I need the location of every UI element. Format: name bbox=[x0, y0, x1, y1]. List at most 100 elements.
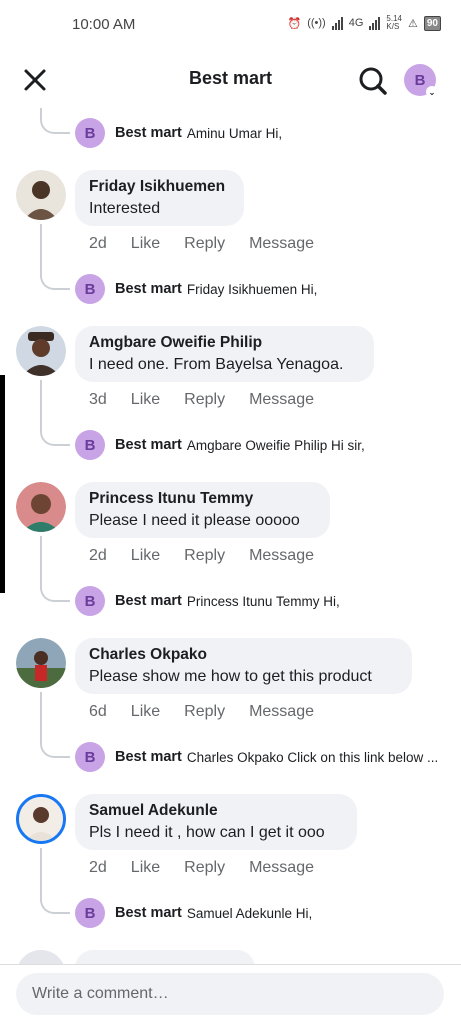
reply-author[interactable]: Best mart bbox=[115, 905, 182, 921]
reply-author[interactable]: Best mart bbox=[115, 125, 182, 141]
reply-button[interactable]: Reply bbox=[184, 703, 225, 721]
signal-icon-2 bbox=[369, 16, 381, 30]
user-photo-icon bbox=[16, 326, 66, 376]
thread-line bbox=[40, 848, 42, 898]
comment-actions: 6d Like Reply Message bbox=[89, 703, 338, 721]
thread-connector bbox=[40, 582, 70, 602]
status-time: 10:00 AM bbox=[72, 16, 136, 33]
chevron-down-icon: ⌄ bbox=[426, 86, 438, 98]
reply-author[interactable]: Best mart bbox=[115, 281, 182, 297]
reply-button[interactable]: Reply bbox=[184, 547, 225, 565]
reply-button[interactable]: Reply bbox=[184, 859, 225, 877]
status-bar: 10:00 AM ⏰ ((•)) 4G 5.14 K/S ⚠ 90 bbox=[0, 0, 461, 50]
comment-actions: 2d Like Reply Message bbox=[89, 859, 338, 877]
comment-age: 3d bbox=[89, 391, 107, 408]
user-photo-icon bbox=[19, 797, 63, 841]
reply-row[interactable]: B Best mart Samuel Adekunle Hi, bbox=[75, 898, 455, 928]
reply-row[interactable]: B Best mart Charles Okpako Click on this… bbox=[75, 742, 455, 772]
reply-author[interactable]: Best mart bbox=[115, 593, 182, 609]
reply-author[interactable]: Best mart bbox=[115, 749, 182, 765]
page-avatar[interactable]: B bbox=[75, 586, 105, 616]
comment-age: 2d bbox=[89, 547, 107, 564]
page-title: Best mart bbox=[188, 68, 273, 88]
comment-actions: 2d Like Reply Message bbox=[89, 235, 338, 253]
comment-input[interactable] bbox=[16, 973, 444, 1015]
comments-feed[interactable]: B Best mart Aminu Umar Hi, Friday Isikhu… bbox=[0, 108, 461, 964]
profile-avatar-letter: B bbox=[414, 71, 426, 89]
page-avatar[interactable]: B bbox=[75, 742, 105, 772]
thread-line bbox=[40, 380, 42, 430]
profile-avatar-button[interactable]: B ⌄ bbox=[404, 64, 438, 98]
network-speed: 5.14 K/S bbox=[386, 14, 402, 31]
thread-connector bbox=[40, 270, 70, 290]
like-button[interactable]: Like bbox=[131, 547, 160, 565]
user-photo-icon bbox=[16, 170, 66, 220]
comment-text: Interested bbox=[89, 200, 161, 217]
like-button[interactable]: Like bbox=[131, 703, 160, 721]
comment-author[interactable]: Princess Itunu Temmy bbox=[89, 490, 316, 508]
reply-button[interactable]: Reply bbox=[184, 391, 225, 409]
commenter-avatar[interactable] bbox=[16, 482, 66, 532]
search-button[interactable] bbox=[357, 65, 389, 97]
signal-icon bbox=[331, 16, 343, 30]
message-button[interactable]: Message bbox=[249, 235, 314, 253]
comment-bubble[interactable] bbox=[75, 950, 255, 964]
alarm-icon: ⏰ bbox=[287, 17, 302, 30]
comment-composer bbox=[0, 964, 461, 1025]
comment-bubble[interactable]: Charles Okpako Please show me how to get… bbox=[75, 638, 412, 694]
comment-author[interactable]: Amgbare Oweifie Philip bbox=[89, 334, 360, 352]
comment-age: 2d bbox=[89, 235, 107, 252]
thread-line bbox=[40, 536, 42, 586]
reply-row[interactable]: B Best mart Princess Itunu Temmy Hi, bbox=[75, 586, 455, 616]
thread-line bbox=[40, 692, 42, 742]
status-icons: ⏰ ((•)) 4G 5.14 K/S ⚠ 90 bbox=[288, 15, 441, 31]
comment-bubble[interactable]: Samuel Adekunle Pls I need it , how can … bbox=[75, 794, 357, 850]
data-saver-icon: ⚠ bbox=[408, 17, 418, 30]
edge-bar bbox=[0, 375, 5, 593]
comment-bubble[interactable]: Amgbare Oweifie Philip I need one. From … bbox=[75, 326, 374, 382]
comment-author[interactable]: Friday Isikhuemen bbox=[89, 178, 230, 196]
reply-row[interactable]: B Best mart Friday Isikhuemen Hi, bbox=[75, 274, 455, 304]
comment-text: Pls I need it , how can I get it ooo bbox=[89, 824, 325, 841]
search-icon bbox=[359, 67, 387, 95]
reply-text: Friday Isikhuemen Hi, bbox=[186, 281, 318, 297]
like-button[interactable]: Like bbox=[131, 859, 160, 877]
user-photo-icon bbox=[16, 482, 66, 532]
like-button[interactable]: Like bbox=[131, 391, 160, 409]
thread-connector bbox=[40, 738, 70, 758]
reply-text: Princess Itunu Temmy Hi, bbox=[186, 593, 340, 609]
message-button[interactable]: Message bbox=[249, 391, 314, 409]
thread-connector bbox=[40, 108, 70, 134]
like-button[interactable]: Like bbox=[131, 235, 160, 253]
commenter-avatar[interactable] bbox=[16, 794, 66, 844]
page-avatar[interactable]: B bbox=[75, 274, 105, 304]
page-avatar[interactable]: B bbox=[75, 430, 105, 460]
thread-connector bbox=[40, 894, 70, 914]
reply-button[interactable]: Reply bbox=[184, 235, 225, 253]
comment-bubble[interactable]: Friday Isikhuemen Interested bbox=[75, 170, 244, 226]
message-button[interactable]: Message bbox=[249, 547, 314, 565]
comment-actions: 2d Like Reply Message bbox=[89, 547, 338, 565]
comment-author[interactable]: Samuel Adekunle bbox=[89, 802, 343, 820]
network-type: 4G bbox=[348, 17, 364, 29]
page-avatar[interactable]: B bbox=[75, 118, 105, 148]
comment-bubble[interactable]: Princess Itunu Temmy Please I need it pl… bbox=[75, 482, 330, 538]
commenter-avatar[interactable] bbox=[16, 638, 66, 688]
reply-row[interactable]: B Best mart Amgbare Oweifie Philip Hi si… bbox=[75, 430, 455, 460]
comment-text: Please I need it please ooooo bbox=[89, 512, 300, 529]
thread-line bbox=[40, 224, 42, 274]
message-button[interactable]: Message bbox=[249, 859, 314, 877]
commenter-avatar[interactable] bbox=[16, 950, 66, 964]
comment-author[interactable]: Charles Okpako bbox=[89, 646, 398, 664]
battery-indicator: 90 bbox=[423, 15, 441, 31]
reply-row[interactable]: B Best mart Aminu Umar Hi, bbox=[75, 118, 455, 148]
message-button[interactable]: Message bbox=[249, 703, 314, 721]
hotspot-icon: ((•)) bbox=[307, 17, 326, 29]
reply-author[interactable]: Best mart bbox=[115, 437, 182, 453]
commenter-avatar[interactable] bbox=[16, 326, 66, 376]
commenter-avatar[interactable] bbox=[16, 170, 66, 220]
reply-text: Samuel Adekunle Hi, bbox=[186, 905, 313, 921]
page-avatar[interactable]: B bbox=[75, 898, 105, 928]
reply-text: Amgbare Oweifie Philip Hi sir, bbox=[186, 437, 365, 453]
reply-text: Charles Okpako Click on this link below … bbox=[186, 749, 439, 765]
